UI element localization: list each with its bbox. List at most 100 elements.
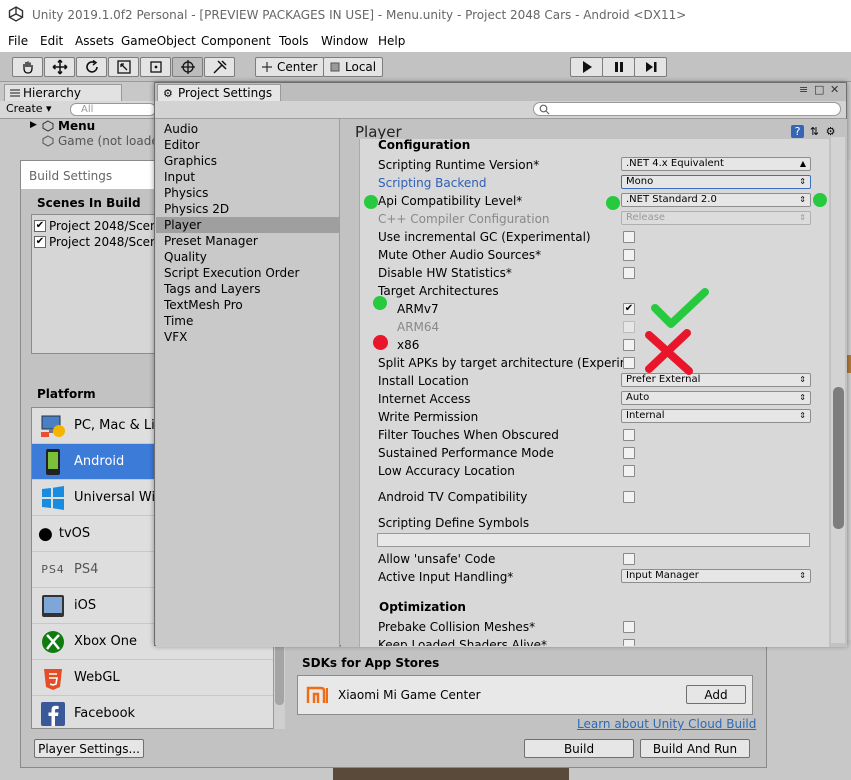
project-settings-tab[interactable]: ⚙ Project Settings xyxy=(157,84,281,101)
maximize-icon[interactable]: □ xyxy=(814,83,824,96)
menu-gameobject[interactable]: GameObject xyxy=(121,34,196,48)
settings-scroll-thumb[interactable] xyxy=(833,387,844,529)
scale-tool-button[interactable] xyxy=(108,57,139,77)
pause-button[interactable] xyxy=(602,57,635,77)
menu-file[interactable]: File xyxy=(8,34,28,48)
cpp-compiler-dropdown: Release ⇕ xyxy=(621,211,811,225)
settings-nav-graphics[interactable]: Graphics xyxy=(156,153,339,169)
help-icon[interactable]: ? xyxy=(791,125,804,138)
write-permission-dropdown[interactable]: Internal ⇕ xyxy=(621,409,811,423)
transform-tool-button[interactable] xyxy=(172,57,203,77)
menu-help[interactable]: Help xyxy=(378,34,405,48)
settings-nav-input[interactable]: Input xyxy=(156,169,339,185)
settings-nav-player[interactable]: Player xyxy=(156,217,339,233)
scripting-runtime-label: Scripting Runtime Version* xyxy=(378,158,540,172)
settings-nav-script-execution-order[interactable]: Script Execution Order xyxy=(156,265,339,281)
internet-access-label: Internet Access xyxy=(378,392,471,406)
learn-cloud-build-link[interactable]: Learn about Unity Cloud Build xyxy=(577,717,756,731)
unity-logo-icon xyxy=(8,6,24,22)
rect-tool-button[interactable] xyxy=(140,57,171,77)
play-icon xyxy=(582,61,592,73)
internet-access-dropdown[interactable]: Auto ⇕ xyxy=(621,391,811,405)
api-compat-dropdown[interactable]: .NET Standard 2.0 ⇕ xyxy=(621,193,811,207)
scene-checkbox[interactable]: ✔ xyxy=(34,236,46,248)
custom-tool-button[interactable] xyxy=(204,57,235,77)
window-menu-icon[interactable]: ≡ xyxy=(799,83,808,96)
platform-webgl[interactable]: WebGL xyxy=(32,660,284,696)
close-icon[interactable]: ✕ xyxy=(830,83,839,96)
platform-list-scroll-thumb[interactable] xyxy=(275,641,284,705)
player-settings-button[interactable]: Player Settings... xyxy=(34,739,144,758)
menu-edit[interactable]: Edit xyxy=(40,34,63,48)
active-input-label: Active Input Handling* xyxy=(378,570,514,584)
expand-triangle-icon[interactable]: ▶ xyxy=(30,120,37,130)
split-apks-checkbox[interactable] xyxy=(623,357,635,369)
pivot-center-button[interactable]: Center xyxy=(255,57,325,77)
scene-row[interactable]: ✔ Project 2048/Scen xyxy=(34,235,158,249)
settings-nav-physics-2d[interactable]: Physics 2D xyxy=(156,201,339,217)
project-settings-search-input[interactable] xyxy=(533,102,841,116)
settings-nav-physics[interactable]: Physics xyxy=(156,185,339,201)
hierarchy-create-button[interactable]: Create ▾ xyxy=(6,101,52,115)
hierarchy-search-input[interactable]: All xyxy=(70,103,156,116)
preset-icon[interactable]: ⇅ xyxy=(808,125,821,138)
menu-assets[interactable]: Assets xyxy=(75,34,114,48)
ipad-icon xyxy=(38,592,68,620)
apple-tv-icon: ● xyxy=(38,523,53,544)
prebake-checkbox[interactable] xyxy=(623,621,635,633)
menu-window[interactable]: Window xyxy=(321,34,368,48)
build-button[interactable]: Build xyxy=(524,739,634,758)
sustained-perf-checkbox[interactable] xyxy=(623,447,635,459)
scene-checkbox[interactable]: ✔ xyxy=(34,220,46,232)
platform-label: WebGL xyxy=(74,670,120,685)
hierarchy-tab[interactable]: Hierarchy xyxy=(4,84,122,101)
platform-facebook[interactable]: Facebook xyxy=(32,696,284,728)
settings-nav-vfx[interactable]: VFX xyxy=(156,329,339,345)
rotate-tool-button[interactable] xyxy=(76,57,107,77)
settings-nav-time[interactable]: Time xyxy=(156,313,339,329)
settings-nav-textmesh-pro[interactable]: TextMesh Pro xyxy=(156,297,339,313)
low-accuracy-checkbox[interactable] xyxy=(623,465,635,477)
settings-nav-tags-and-layers[interactable]: Tags and Layers xyxy=(156,281,339,297)
active-input-dropdown[interactable]: Input Manager ⇕ xyxy=(621,569,811,583)
x86-checkbox[interactable] xyxy=(623,339,635,351)
pivot-local-button[interactable]: Local xyxy=(323,57,384,77)
define-symbols-input[interactable] xyxy=(377,533,810,547)
settings-nav-editor[interactable]: Editor xyxy=(156,137,339,153)
keep-loaded-checkbox[interactable] xyxy=(623,639,635,646)
platform-label: Universal Win xyxy=(74,490,164,505)
cpp-compiler-label: C++ Compiler Configuration xyxy=(378,212,550,226)
unsafe-code-checkbox[interactable] xyxy=(623,553,635,565)
incremental-gc-checkbox[interactable] xyxy=(623,231,635,243)
settings-nav-quality[interactable]: Quality xyxy=(156,249,339,265)
disable-hw-stats-checkbox[interactable] xyxy=(623,267,635,279)
scene-path: Project 2048/Scen xyxy=(49,219,158,233)
filter-touches-checkbox[interactable] xyxy=(623,429,635,441)
pivot-center-label: Center xyxy=(277,60,318,74)
play-button[interactable] xyxy=(570,57,603,77)
dropdown-value: Internal xyxy=(626,410,665,421)
armv7-checkbox[interactable]: ✔ xyxy=(623,303,635,315)
settings-nav-preset-manager[interactable]: Preset Manager xyxy=(156,233,339,249)
menu-tools[interactable]: Tools xyxy=(279,34,309,48)
define-symbols-label: Scripting Define Symbols xyxy=(378,516,530,530)
scene-view-fragment xyxy=(333,768,569,780)
android-tv-checkbox[interactable] xyxy=(623,491,635,503)
scripting-runtime-dropdown[interactable]: .NET 4.x Equivalent ▲ xyxy=(621,157,811,171)
project-settings-window: ⚙ Project Settings ≡ □ ✕ Audio Editor Gr… xyxy=(154,82,847,647)
build-and-run-button[interactable]: Build And Run xyxy=(640,739,750,758)
scripting-backend-dropdown[interactable]: Mono ⇕ xyxy=(621,175,811,189)
sdk-add-button[interactable]: Add xyxy=(686,685,746,704)
dropdown-arrow-icon: ▲ xyxy=(799,159,806,168)
step-button[interactable] xyxy=(634,57,667,77)
hand-tool-button[interactable] xyxy=(12,57,43,77)
scenes-in-build-header: Scenes In Build xyxy=(37,196,141,210)
move-tool-button[interactable] xyxy=(44,57,75,77)
mute-audio-checkbox[interactable] xyxy=(623,249,635,261)
settings-nav-audio[interactable]: Audio xyxy=(156,121,339,137)
scene-name[interactable]: Menu xyxy=(58,119,95,133)
scene-item[interactable]: Game (not loade xyxy=(58,134,159,148)
scene-row[interactable]: ✔ Project 2048/Scen xyxy=(34,219,158,233)
pause-icon xyxy=(614,62,623,72)
menu-component[interactable]: Component xyxy=(201,34,271,48)
